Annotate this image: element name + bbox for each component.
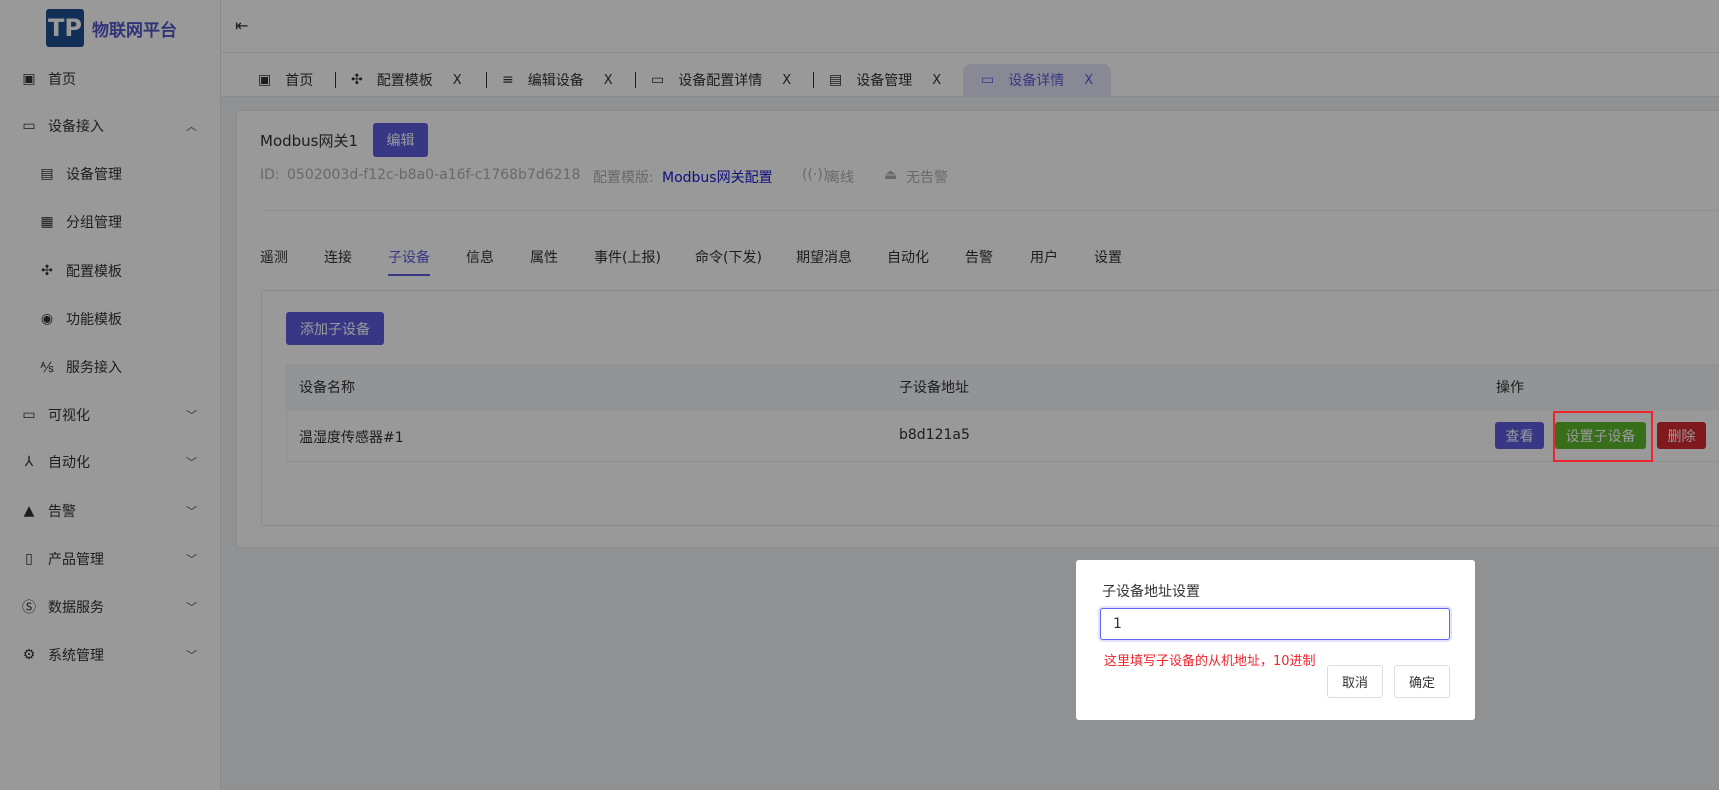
address-input[interactable] — [1100, 608, 1450, 640]
subdevice-address-dialog: 子设备地址设置 这里填写子设备的从机地址，10进制 取消 确定 — [1076, 560, 1475, 720]
confirm-button[interactable]: 确定 — [1394, 665, 1450, 698]
address-hint: 这里填写子设备的从机地址，10进制 — [1104, 654, 1316, 669]
highlight-box — [1553, 411, 1653, 462]
dialog-title: 子设备地址设置 — [1102, 584, 1200, 600]
cancel-button[interactable]: 取消 — [1327, 665, 1383, 698]
